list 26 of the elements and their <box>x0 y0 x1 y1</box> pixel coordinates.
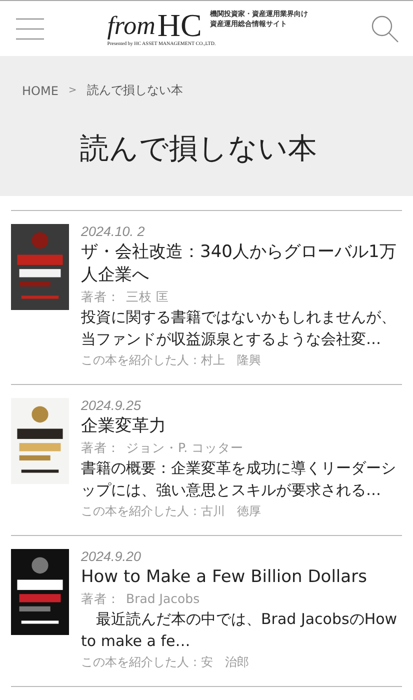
logo-letters: HC <box>157 11 202 39</box>
author-label: 著者： <box>81 439 120 457</box>
book-date: 2024.9.25 <box>81 397 142 415</box>
author-label: 著者： <box>81 288 120 306</box>
book-date: 2024.9.20 <box>81 548 142 566</box>
book-title-link[interactable]: How to Make a Few Billion Dollars <box>81 566 399 589</box>
book-title-link[interactable]: ザ・会社改造：340人からグローバル1万人企業へ <box>81 241 399 287</box>
introducer-text: この本を紹介した人：古川 徳厚 <box>81 503 262 520</box>
breadcrumb-current: 読んで損しない本 <box>86 82 183 99</box>
book-summary: 最近読んだ本の中では、Brad JacobsのHow to make a fe… <box>81 609 398 652</box>
author-label: 著者： <box>81 590 120 608</box>
author-name: 三枝 匡 <box>126 288 169 306</box>
book-summary: 投資に関する書籍ではないかもしれませんが、当ファンドが収益源泉とするような会社変… <box>81 307 397 350</box>
book-date: 2024.10. 2 <box>81 223 146 241</box>
introducer-text: この本を紹介した人：村上 隆興 <box>81 352 262 369</box>
introducer-text: この本を紹介した人：安 治郎 <box>81 654 250 671</box>
page-title: 読んで損しない本 <box>80 130 318 167</box>
breadcrumb-link[interactable]: HOME <box>22 84 58 98</box>
book-title-link[interactable]: 企業変革力 <box>81 415 399 438</box>
book-summary: 書籍の概要：企業変革を成功に導くリーダーシップには、強い意思とスキルが要求される… <box>81 458 397 501</box>
author-name: ジョン・P. コッター <box>126 439 244 457</box>
breadcrumb-separator: > <box>68 85 77 96</box>
menu-icon[interactable] <box>16 18 44 40</box>
author-name: Brad Jacobs <box>126 590 200 608</box>
logo-word: from <box>107 13 156 39</box>
search-icon[interactable] <box>370 14 399 42</box>
